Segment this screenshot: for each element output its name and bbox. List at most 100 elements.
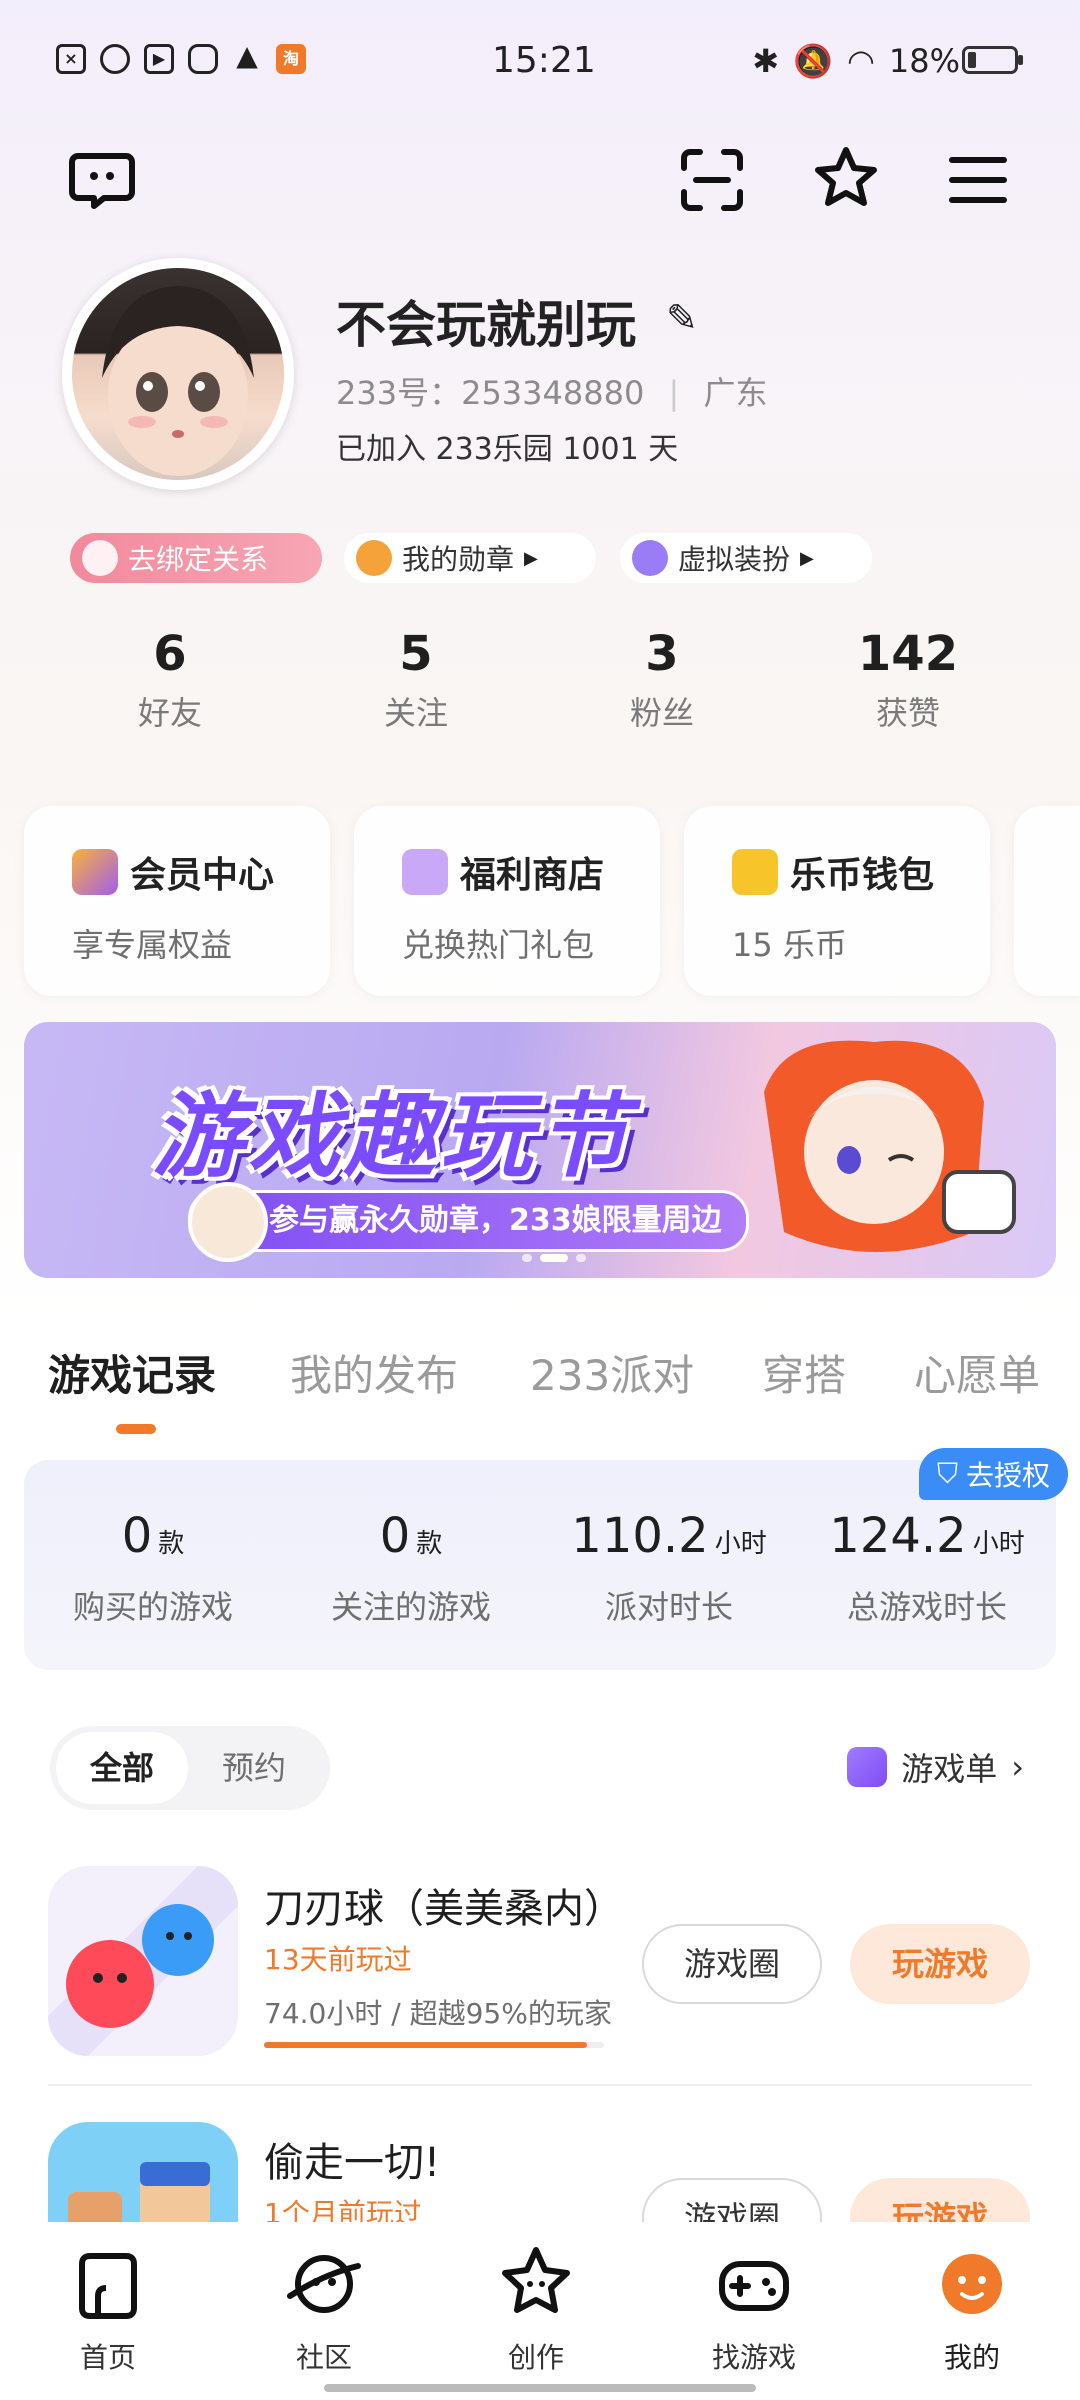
outfit-label: 虚拟装扮 [678, 543, 791, 576]
promo-banner[interactable]: 游戏趣玩节 参与赢永久勋章，233娘限量周边 [24, 1022, 1056, 1278]
stat-likes[interactable]: 142 获赞 [808, 626, 1008, 734]
card-title: 乐币钱包 [790, 855, 935, 896]
summary-followed[interactable]: 0款 关注的游戏 [286, 1508, 536, 1628]
status-bar: × ▶ ▲ 淘 15:21 ✱ 🔕 ◠ 18% [0, 30, 1080, 90]
game-name[interactable]: 偷走一切! [264, 2130, 440, 2188]
chevron-right-icon: › [1011, 1748, 1024, 1786]
authorize-button[interactable]: ⛉ 去授权 [918, 1448, 1068, 1500]
play-progress-bar [264, 2042, 604, 2048]
summary-value: 124.2 [829, 1508, 967, 1564]
home-indicator [324, 2384, 756, 2392]
medal-icon [356, 540, 392, 576]
card-subtitle: 兑换热门礼包 [402, 926, 595, 964]
gift-icon [402, 849, 448, 895]
banner-title: 游戏趣玩节 [152, 1083, 633, 1190]
wallet-icon [732, 849, 778, 895]
taobao-icon: 淘 [276, 44, 306, 74]
virtual-outfit-button[interactable]: 虚拟装扮 ▶ [620, 533, 872, 583]
gamelist-label: 游戏单 [901, 1750, 998, 1788]
filter-all[interactable]: 全部 [56, 1732, 188, 1804]
card-coin-wallet[interactable]: 乐币钱包 15 乐币 [684, 806, 990, 996]
region: 广东 [703, 374, 768, 412]
tab-233-party[interactable]: 233派对 [530, 1342, 694, 1403]
summary-value: 0 [379, 1508, 411, 1564]
bluetooth-icon: ✱ [752, 42, 780, 80]
star-face-icon [502, 2247, 570, 2313]
arrow-right-icon: ▶ [524, 547, 538, 569]
menu-icon[interactable] [942, 144, 1014, 216]
stat-number: 5 [399, 626, 433, 682]
play-game-button[interactable]: 玩游戏 [850, 1924, 1030, 2004]
nav-label: 我的 [943, 2341, 1000, 2374]
stat-friends[interactable]: 6 好友 [70, 626, 270, 734]
profile-face-icon [942, 2254, 1002, 2314]
tab-my-posts[interactable]: 我的发布 [290, 1342, 458, 1403]
gamepad-icon [719, 2261, 789, 2311]
nav-me[interactable]: 我的 [882, 2244, 1062, 2376]
card-more[interactable] [1014, 806, 1080, 996]
tab-game-records[interactable]: 游戏记录 [48, 1342, 216, 1403]
nav-create[interactable]: 创作 [446, 2244, 626, 2376]
banner-badge-image [188, 1182, 268, 1262]
game-icon-blade-ball[interactable] [48, 1866, 238, 2056]
divider [48, 2084, 1032, 2086]
gamelist-link[interactable]: 游戏单 › [847, 1744, 1024, 1790]
message-icon[interactable] [66, 142, 138, 214]
user-id-text: 233号：253348880 [336, 374, 645, 412]
medals-label: 我的勋章 [402, 543, 515, 576]
stat-fans[interactable]: 3 粉丝 [562, 626, 762, 734]
active-tab-indicator [116, 1424, 156, 1434]
join-days: 已加入 233乐园 1001 天 [336, 432, 679, 467]
unbind-relationship-button[interactable]: 去绑定关系 [70, 533, 322, 583]
summary-value: 110.2 [571, 1508, 709, 1564]
authorize-label: 去授权 [965, 1459, 1050, 1492]
mute-icon: 🔕 [793, 42, 833, 80]
tab-outfit[interactable]: 穿搭 [762, 1342, 846, 1403]
wifi-icon: ◠ [846, 42, 875, 80]
stat-following[interactable]: 5 关注 [316, 626, 516, 734]
battery-percent: 18% [888, 42, 960, 80]
tab-wishlist[interactable]: 心愿单 [914, 1342, 1040, 1403]
nav-home[interactable]: 首页 [18, 2244, 198, 2376]
stat-label: 关注 [383, 694, 448, 732]
summary-unit: 小时 [714, 1529, 767, 1559]
filter-reserve[interactable]: 预约 [222, 1732, 286, 1804]
summary-unit: 款 [416, 1529, 443, 1559]
avatar[interactable] [62, 258, 294, 490]
game-name[interactable]: 刀刃球（美美桑内） [264, 1876, 624, 1934]
edit-icon[interactable]: ✎ [666, 296, 698, 340]
user-id: 233号：253348880 | 广东 [336, 368, 767, 414]
summary-purchased[interactable]: 0款 购买的游戏 [28, 1508, 278, 1628]
heart-icon [82, 540, 118, 576]
my-medals-button[interactable]: 我的勋章 ▶ [344, 533, 596, 583]
game-circle-button[interactable]: 游戏圈 [642, 1924, 822, 2004]
system-status: ✱ 🔕 ◠ 18% [752, 42, 960, 80]
nav-community[interactable]: 社区 [234, 2244, 414, 2376]
carousel-indicator [522, 1254, 586, 1262]
nav-label: 找游戏 [711, 2341, 796, 2374]
summary-label: 关注的游戏 [330, 1588, 491, 1626]
summary-party-time[interactable]: 110.2 小时 派对时长 [544, 1508, 794, 1628]
stat-number: 3 [645, 626, 679, 682]
stat-label: 好友 [137, 694, 202, 732]
filter-segment: 全部 预约 [50, 1726, 330, 1810]
banner-subtitle: 参与赢永久勋章，233娘限量周边 [188, 1190, 749, 1252]
username: 不会玩就别玩 [336, 296, 636, 354]
nav-find-games[interactable]: 找游戏 [664, 2244, 844, 2376]
card-welfare-store[interactable]: 福利商店 兑换热门礼包 [354, 806, 660, 996]
summary-unit: 款 [158, 1529, 185, 1559]
card-title: 福利商店 [460, 855, 605, 896]
warning-icon: ▲ [236, 39, 258, 72]
scan-icon[interactable] [676, 144, 748, 216]
star-icon[interactable] [810, 144, 882, 216]
nav-label: 首页 [79, 2341, 136, 2374]
shield-check-icon: ⛉ [936, 1457, 958, 1490]
summary-value: 0 [121, 1508, 153, 1564]
stat-label: 获赞 [875, 694, 940, 732]
outfit-icon [632, 540, 668, 576]
card-subtitle: 15 乐币 [732, 926, 847, 964]
summary-total-time[interactable]: 124.2 小时 总游戏时长 [802, 1508, 1052, 1628]
notification-icon: × [56, 44, 86, 74]
card-vip-center[interactable]: 会员中心 享专属权益 [24, 806, 330, 996]
crown-icon [72, 849, 118, 895]
